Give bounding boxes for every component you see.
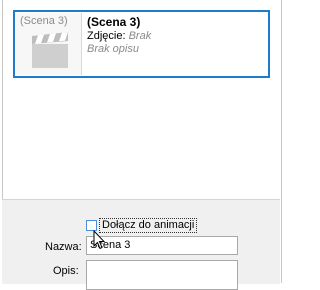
thumbnail-label: (Scena 3) <box>20 15 68 27</box>
scene-list-item[interactable]: (Scena 3) (Scena 3) Zdjęcie: Brak Brak o… <box>13 10 270 78</box>
scene-thumbnail: (Scena 3) <box>16 13 82 75</box>
photo-value: Brak <box>128 30 152 42</box>
description-field[interactable] <box>86 260 238 290</box>
name-field[interactable]: Scena 3 <box>86 236 238 255</box>
include-in-animation-label[interactable]: Dołącz do animacji <box>99 218 198 233</box>
photo-label: Zdjęcie: <box>87 30 126 42</box>
scene-title: (Scena 3) <box>87 15 141 29</box>
clapperboard-icon <box>32 32 68 68</box>
name-label: Nazwa: <box>45 241 82 253</box>
description-label: Opis: <box>53 265 79 277</box>
mouse-cursor-icon <box>93 230 105 250</box>
scene-description: Brak opisu <box>87 43 139 55</box>
